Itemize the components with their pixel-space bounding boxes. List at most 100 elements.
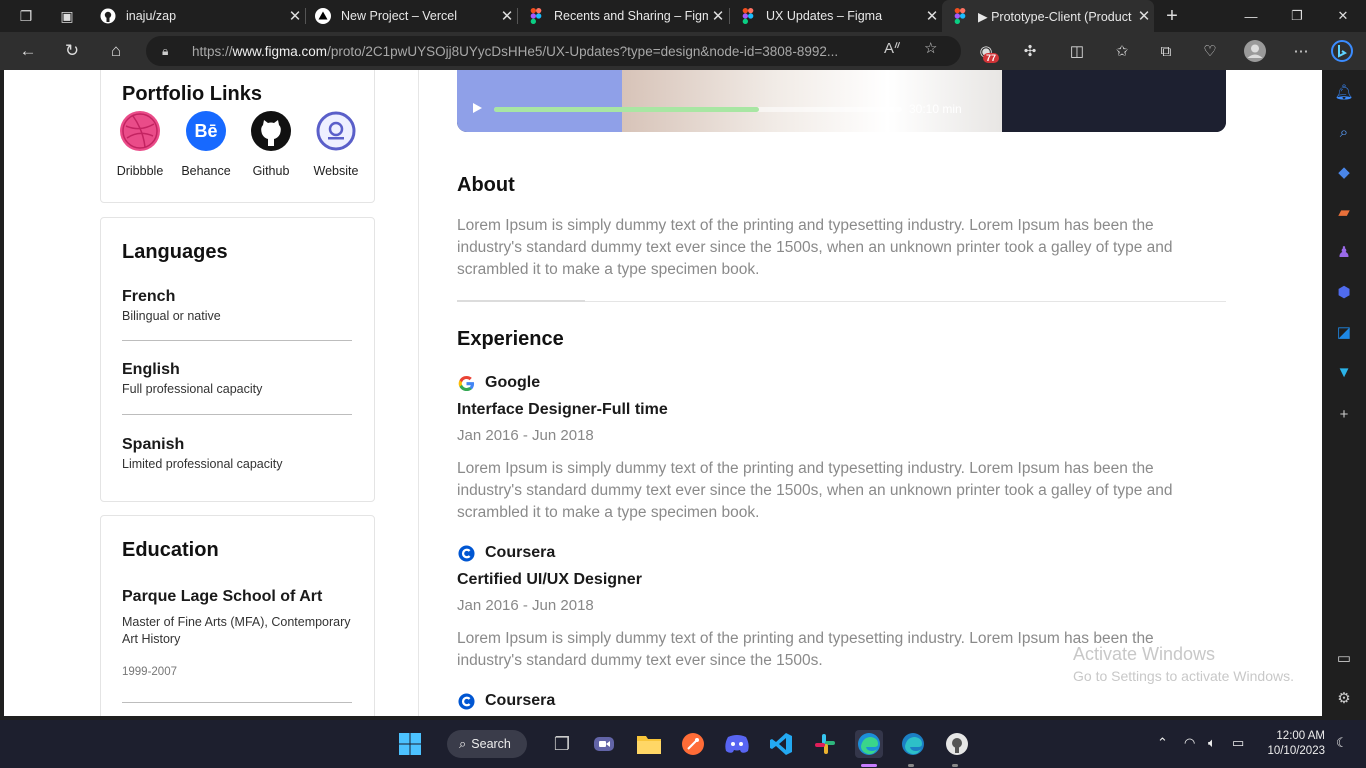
home-icon[interactable]: ⌂ — [101, 36, 131, 66]
profile-avatar[interactable] — [1244, 40, 1266, 62]
refresh-icon[interactable]: ↻ — [57, 36, 87, 66]
hide-sidebar-icon[interactable]: ▭ — [1334, 648, 1354, 668]
tab-title: inaju/zap — [126, 9, 177, 23]
video-player[interactable]: 30:10 min — [457, 70, 1226, 132]
language-name: Spanish — [122, 436, 185, 453]
file-explorer-icon[interactable] — [635, 730, 663, 758]
experience-dates: Jan 2016 - Jun 2018 — [457, 597, 594, 614]
tools-briefcase-icon[interactable]: ▰ — [1334, 202, 1354, 222]
coursera-icon — [457, 544, 475, 562]
language-item: English Full professional capacity — [122, 361, 352, 396]
tab-actions-icon[interactable]: ▣ — [58, 7, 76, 25]
teams-meet-icon[interactable] — [590, 730, 618, 758]
add-sidebar-app-icon[interactable]: + — [1334, 404, 1354, 424]
discord-icon[interactable] — [723, 730, 751, 758]
tab-title: UX Updates – Figma — [766, 9, 883, 23]
new-tab-icon[interactable]: + — [1163, 6, 1181, 26]
copilot-icon[interactable]: ⬢ — [1334, 282, 1354, 302]
website-icon — [316, 111, 356, 151]
minimize-button[interactable]: — — [1228, 0, 1274, 32]
tray-overflow-icon[interactable]: ⌃ — [1157, 735, 1168, 751]
edge-dev-icon[interactable] — [899, 730, 927, 758]
tab-title: Recents and Sharing – Figma — [554, 9, 708, 23]
close-icon[interactable]: ✕ — [497, 7, 517, 25]
taskbar-search[interactable]: ⌕ Search — [447, 730, 527, 758]
close-icon[interactable]: ✕ — [285, 7, 305, 25]
drop-icon[interactable]: ▼ — [1334, 362, 1354, 382]
tab-figma-prototype[interactable]: ▶ Prototype-Client (Product ✕ — [942, 0, 1154, 32]
bing-copilot-icon[interactable] — [1331, 40, 1353, 62]
slack-icon[interactable] — [811, 730, 839, 758]
wifi-icon[interactable]: ◠ — [1184, 735, 1195, 751]
favorite-star-icon[interactable]: ☆ — [924, 39, 937, 57]
workspaces-icon[interactable]: ❐ — [17, 7, 35, 25]
company-name: Google — [485, 374, 541, 391]
address-bar[interactable]: 🔒︎ https://www.figma.com/proto/2C1pwUYSO… — [146, 36, 961, 66]
figma-icon — [740, 8, 756, 24]
github-desktop-icon[interactable] — [943, 730, 971, 758]
company-name: Coursera — [485, 544, 556, 561]
close-icon[interactable]: ✕ — [1134, 7, 1154, 25]
experience-text: Lorem Ipsum is simply dummy text of the … — [457, 460, 1173, 521]
github-icon — [100, 8, 116, 24]
portfolio-link-website[interactable]: Website — [306, 111, 366, 178]
portfolio-title: Portfolio Links — [122, 83, 262, 105]
more-menu-icon[interactable]: ⋯ — [1290, 40, 1312, 62]
video-progress-track[interactable] — [494, 107, 902, 112]
language-level: Limited professional capacity — [122, 457, 283, 471]
back-icon[interactable]: ← — [13, 36, 43, 66]
sidebar-settings-icon[interactable]: ⚙ — [1334, 688, 1354, 708]
taskbar-search-label: Search — [471, 737, 511, 751]
coursera-icon — [457, 692, 475, 710]
tab-figma-recents[interactable]: Recents and Sharing – Figma ✕ — [518, 0, 728, 32]
restore-button[interactable]: ❐ — [1274, 0, 1320, 32]
shopping-tag-icon[interactable]: ◆ — [1334, 162, 1354, 182]
close-window-button[interactable]: ✕ — [1320, 0, 1366, 32]
outlook-icon[interactable]: ◪ — [1334, 322, 1354, 342]
browser-essentials-icon[interactable]: ♡ — [1199, 40, 1221, 62]
games-icon[interactable]: ♟ — [1334, 242, 1354, 262]
vercel-icon — [315, 8, 331, 24]
play-icon[interactable] — [473, 103, 482, 113]
experience-title: Experience — [457, 328, 564, 350]
company-name: Coursera — [485, 692, 556, 709]
windows-start-icon[interactable] — [396, 730, 424, 758]
close-icon[interactable]: ✕ — [922, 7, 942, 25]
vscode-icon[interactable] — [767, 730, 795, 758]
running-app-indicator — [908, 764, 914, 767]
extensions-icon[interactable]: ✣ — [1019, 40, 1041, 62]
postman-icon[interactable] — [679, 730, 707, 758]
portfolio-link-behance[interactable]: Bē Behance — [176, 111, 236, 178]
tab-figma-ux-updates[interactable]: UX Updates – Figma ✕ — [730, 0, 942, 32]
url-text[interactable]: https://www.figma.com/proto/2C1pwUYSOjj8… — [192, 44, 872, 59]
tab-vercel[interactable]: New Project – Vercel ✕ — [305, 0, 517, 32]
taskbar-clock[interactable]: 12:00 AM 10/10/2023 — [1255, 729, 1325, 759]
experience-dates: Jan 2016 - Jun 2018 — [457, 427, 594, 444]
extension-badge: 77 — [983, 53, 1000, 63]
tab-bar: ❐ ▣ inaju/zap ✕ New Project – Vercel ✕ R… — [0, 0, 1366, 32]
education-title: Education — [122, 539, 219, 561]
notification-center-icon[interactable]: ☾ — [1336, 735, 1348, 751]
search-icon[interactable]: ⌕ — [1334, 122, 1354, 142]
split-screen-icon[interactable]: ◫ — [1066, 40, 1088, 62]
divider — [122, 702, 352, 703]
language-level: Bilingual or native — [122, 309, 221, 323]
notifications-bell-icon[interactable]: 🔔︎ — [1334, 82, 1354, 102]
tab-github[interactable]: inaju/zap ✕ — [90, 0, 305, 32]
collections-icon[interactable]: ⧉ — [1155, 40, 1177, 62]
favorites-icon[interactable]: ✩ — [1111, 40, 1133, 62]
portfolio-link-dribbble[interactable]: Dribbble — [110, 111, 170, 178]
battery-icon[interactable]: ▭ — [1232, 735, 1244, 751]
task-view-icon[interactable]: ❐ — [548, 730, 576, 758]
video-frame-left — [457, 70, 622, 132]
read-aloud-icon[interactable]: Aᐥ — [884, 39, 901, 57]
volume-icon[interactable]: 🔈︎ — [1208, 735, 1216, 751]
activate-windows-subtitle: Go to Settings to activate Windows. — [1073, 668, 1294, 684]
portfolio-link-github[interactable]: Github — [241, 111, 301, 178]
figma-icon — [952, 8, 968, 24]
language-item: Spanish Limited professional capacity — [122, 436, 352, 471]
page-viewport: Portfolio Links Dribbble Bē Behance Gith… — [4, 70, 1322, 716]
close-icon[interactable]: ✕ — [708, 7, 728, 25]
edge-browser-icon[interactable] — [855, 730, 883, 758]
clock-time: 12:00 AM — [1276, 730, 1325, 742]
